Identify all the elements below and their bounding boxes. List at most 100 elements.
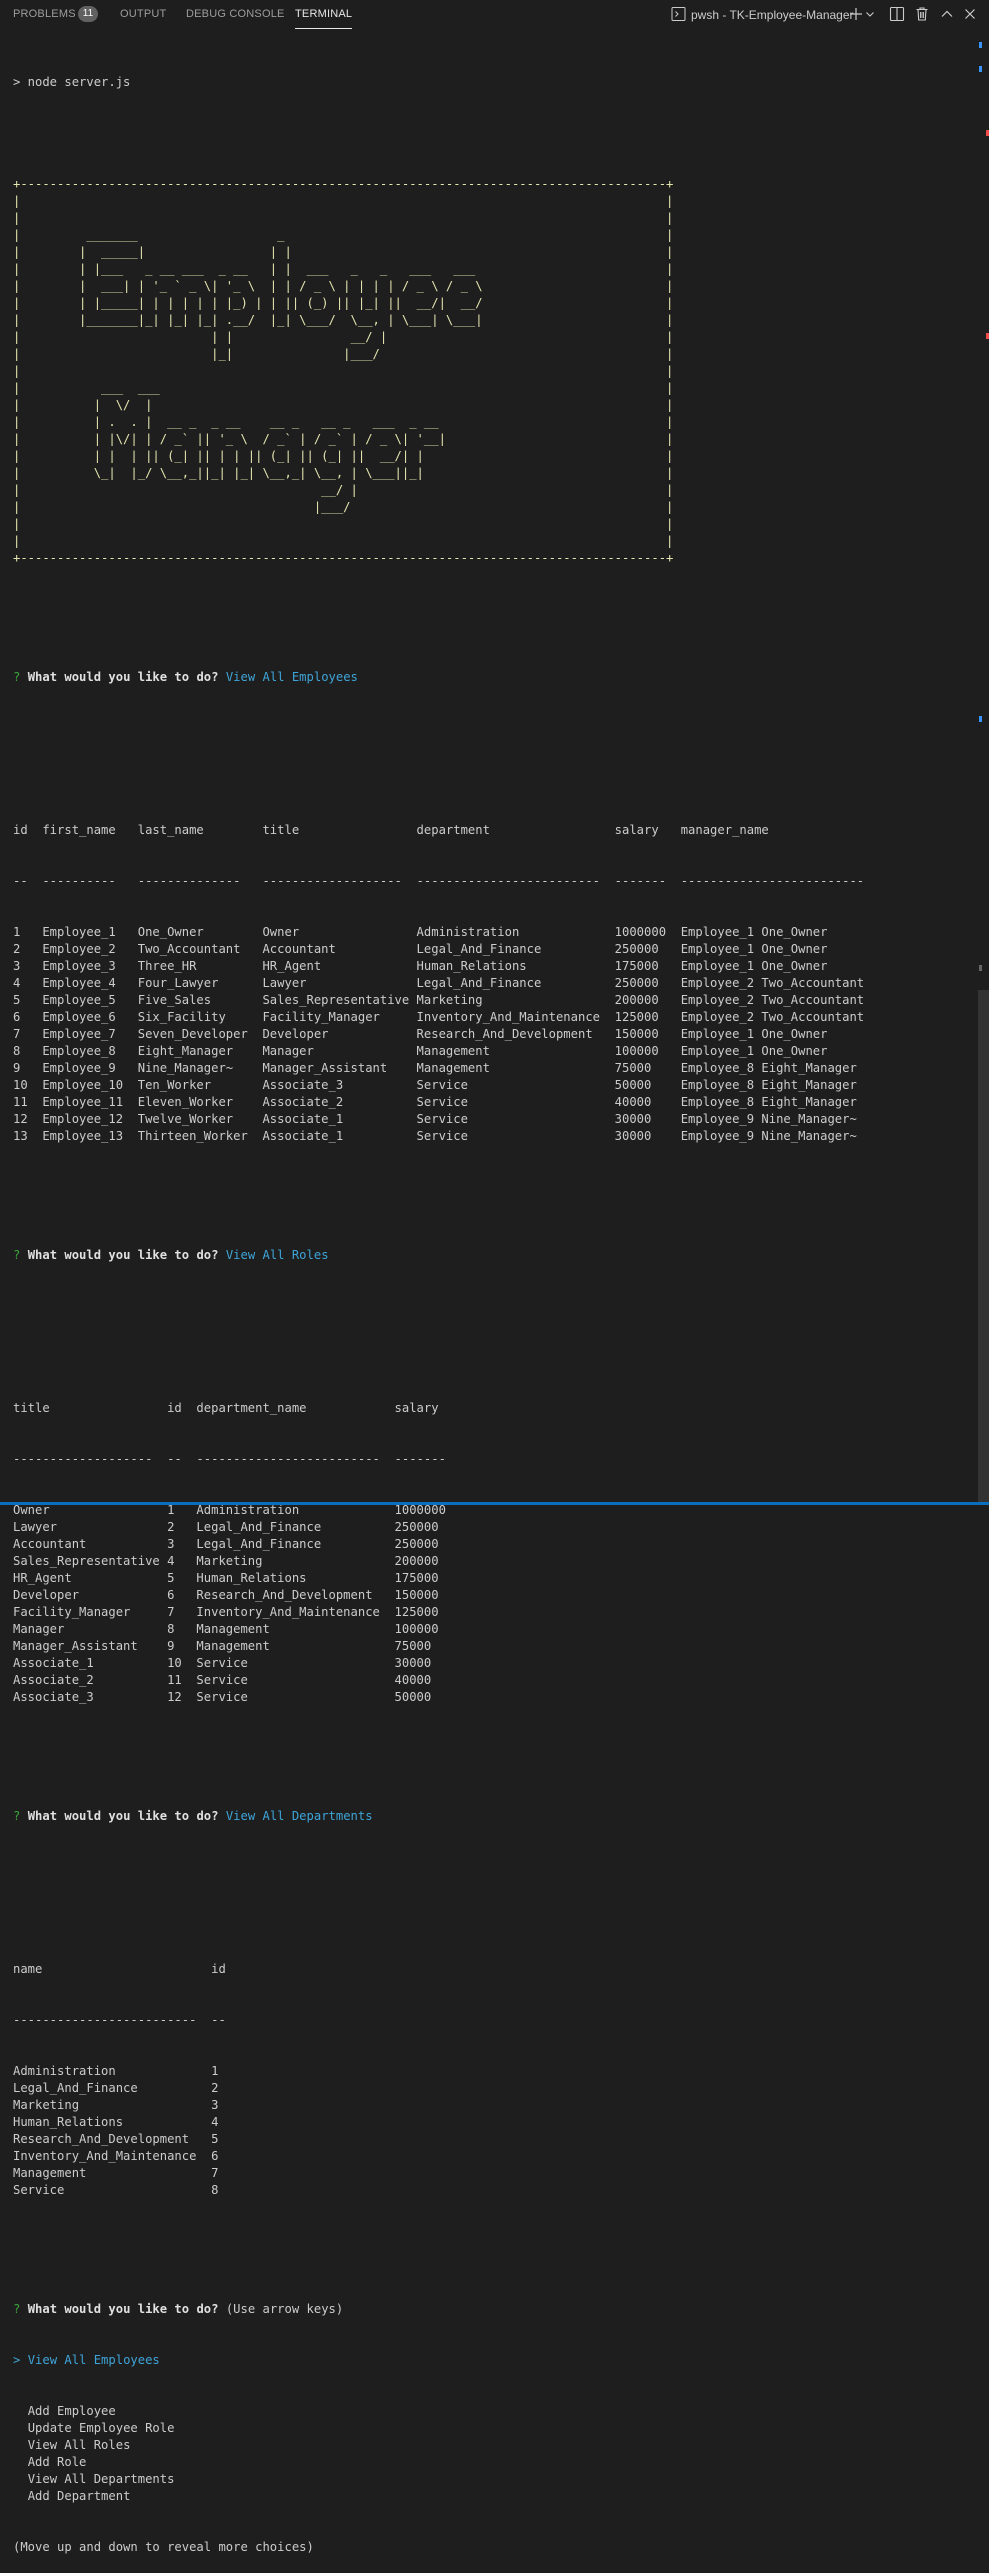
prompt-answer: View All Employees [225, 670, 358, 684]
table-row: 10 Employee_10 Ten_Worker Associate_3 Se… [13, 1078, 857, 1092]
tab-problems[interactable]: PROBLEMS [13, 8, 76, 20]
prompt-mark: ? [13, 670, 21, 684]
table-row: Administration 1 [13, 2064, 219, 2078]
menu-item[interactable]: Update Employee Role [13, 2420, 864, 2437]
command-line: > node server.js [13, 75, 131, 89]
split-icon[interactable] [888, 5, 906, 23]
table-row: HR_Agent 5 Human_Relations 175000 [13, 1571, 439, 1585]
banner-line: | | |\/| | / _` || '_ \ / _` | / _` | / … [13, 432, 674, 446]
table-row: Research_And_Development 5 [13, 2132, 219, 2146]
table-row: Legal_And_Finance 2 [13, 2081, 219, 2095]
table-row: Facility_Manager 7 Inventory_And_Mainten… [13, 1605, 439, 1619]
close-icon[interactable] [961, 5, 979, 23]
table-row: Manager 8 Management 100000 [13, 1622, 439, 1636]
employees-table-header: id first_name last_name title department… [13, 823, 769, 837]
tab-output[interactable]: OUTPUT [120, 8, 166, 20]
add-icon[interactable] [847, 5, 865, 23]
banner-line: | ___ ___ | [13, 381, 674, 395]
departments-table: Administration 1 Legal_And_Finance 2 Marke… [13, 2063, 864, 2199]
prompt-question: What would you like to do? [27, 1248, 219, 1262]
prompt-mark: ? [13, 1809, 21, 1823]
prompt-line: ? What would you like to do? View All Em… [13, 669, 864, 686]
chevron-down-icon[interactable] [864, 5, 876, 23]
scrollbar-thumb[interactable] [978, 990, 989, 1505]
table-row: Accountant 3 Legal_And_Finance 250000 [13, 1537, 439, 1551]
prompt-question: What would you like to do? [27, 1809, 219, 1823]
prompt-mark: ? [13, 1248, 21, 1262]
trash-icon[interactable] [913, 5, 931, 23]
table-row: Associate_2 11 Service 40000 [13, 1673, 432, 1687]
table-row: 1 Employee_1 One_Owner Owner Administrat… [13, 925, 828, 939]
banner-line: | | ___| | '_ ` _ \| '_ \ | | / _ \ | | … [13, 279, 674, 293]
banner-line: | | _____| | | | [13, 245, 674, 259]
employees-table: 1 Employee_1 One_Owner Owner Administrat… [13, 924, 864, 1145]
banner-line: | __/ | | [13, 483, 674, 497]
banner-line: | | | __/ | | [13, 330, 674, 344]
prompt-question: What would you like to do? [27, 670, 219, 684]
scroll-marker [979, 66, 982, 72]
table-row: 5 Employee_5 Five_Sales Sales_Representa… [13, 993, 865, 1007]
menu-item-selected[interactable]: > View All Employees [13, 2352, 864, 2369]
banner-line: | | [13, 364, 674, 378]
banner-line: | | . . | __ _ _ __ __ _ __ _ ___ _ __ | [13, 415, 674, 429]
banner-line: | \_| |_/ \__,_||_| |_| \__,_| \__, | \_… [13, 466, 674, 480]
prompt-line: ? What would you like to do? View All De… [13, 1808, 864, 1825]
scroll-marker [979, 716, 982, 722]
menu-item[interactable]: View All Roles [13, 2437, 864, 2454]
roles-table: Owner 1 Administration 1000000 Lawyer 2 L… [13, 1502, 864, 1706]
departments-table-header: name id [13, 1962, 226, 1976]
prompt-line: ? What would you like to do? View All Ro… [13, 1247, 864, 1264]
ascii-banner: +---------------------------------------… [13, 176, 864, 567]
table-row: Service 8 [13, 2183, 219, 2197]
prompt-answer: View All Departments [225, 1809, 373, 1823]
table-row: Manager_Assistant 9 Management 75000 [13, 1639, 432, 1653]
banner-line: | |_______|_| |_| |_| .__/ |_| \___/ \__… [13, 313, 674, 327]
table-row: 3 Employee_3 Three_HR HR_Agent Human_Rel… [13, 959, 828, 973]
table-row: 11 Employee_11 Eleven_Worker Associate_2… [13, 1095, 857, 1109]
menu-pointer-icon: > [13, 2353, 21, 2367]
table-row: Associate_1 10 Service 30000 [13, 1656, 432, 1670]
choice-menu[interactable]: Add Employee Update Employee Role View A… [13, 2403, 864, 2505]
tab-debug-console[interactable]: DEBUG CONSOLE [186, 8, 285, 20]
banner-line: | | [13, 534, 674, 548]
menu-item[interactable]: Add Department [13, 2488, 864, 2505]
banner-line: | | |_____| | | | | | |_) | | || (_) || … [13, 296, 674, 310]
table-row: 4 Employee_4 Four_Lawyer Lawyer Legal_An… [13, 976, 865, 990]
banner-line: | _______ _ | [13, 228, 674, 242]
tab-terminal[interactable]: TERMINAL [295, 8, 353, 29]
prompt-hint: (Use arrow keys) [225, 2302, 344, 2316]
table-row: Sales_Representative 4 Marketing 200000 [13, 1554, 439, 1568]
banner-line: +---------------------------------------… [13, 551, 674, 565]
table-row: 12 Employee_12 Twelve_Worker Associate_1… [13, 1112, 857, 1126]
roles-table-header: title id department_name salary [13, 1401, 439, 1415]
table-row: 6 Employee_6 Six_Facility Facility_Manag… [13, 1010, 865, 1024]
departments-table-divider: ------------------------- -- [13, 2013, 226, 2027]
panel-tab-bar: PROBLEMS 11 OUTPUT DEBUG CONSOLE TERMINA… [0, 0, 989, 30]
terminal-icon [670, 5, 688, 23]
table-row: Developer 6 Research_And_Development 150… [13, 1588, 439, 1602]
menu-footer-hint: (Move up and down to reveal more choices… [13, 2540, 314, 2554]
terminal-output[interactable]: > node server.js +----------------------… [13, 40, 864, 2573]
table-row: 2 Employee_2 Two_Accountant Accountant L… [13, 942, 828, 956]
problems-count-badge: 11 [78, 6, 98, 22]
table-row: Marketing 3 [13, 2098, 219, 2112]
banner-line: | |_| |___/ | [13, 347, 674, 361]
table-row: Lawyer 2 Legal_And_Finance 250000 [13, 1520, 439, 1534]
table-row: 8 Employee_8 Eight_Manager Manager Manag… [13, 1044, 828, 1058]
banner-line: | | \/ | | [13, 398, 674, 412]
table-row: Associate_3 12 Service 50000 [13, 1690, 432, 1704]
menu-item[interactable]: Add Employee [13, 2403, 864, 2420]
table-row: 13 Employee_13 Thirteen_Worker Associate… [13, 1129, 857, 1143]
menu-item[interactable]: Add Role [13, 2454, 864, 2471]
prompt-answer: View All Roles [225, 1248, 329, 1262]
scroll-marker [979, 42, 982, 48]
terminal-name[interactable]: pwsh - TK-Employee-Manager [691, 8, 854, 28]
banner-line: | | [13, 517, 674, 531]
maximize-icon[interactable] [938, 5, 956, 23]
prompt-mark: ? [13, 2302, 21, 2316]
menu-item[interactable]: View All Departments [13, 2471, 864, 2488]
banner-line: | |___/ | [13, 500, 674, 514]
prompt-question: What would you like to do? [27, 2302, 219, 2316]
table-row: Management 7 [13, 2166, 219, 2180]
banner-line: | | [13, 211, 674, 225]
